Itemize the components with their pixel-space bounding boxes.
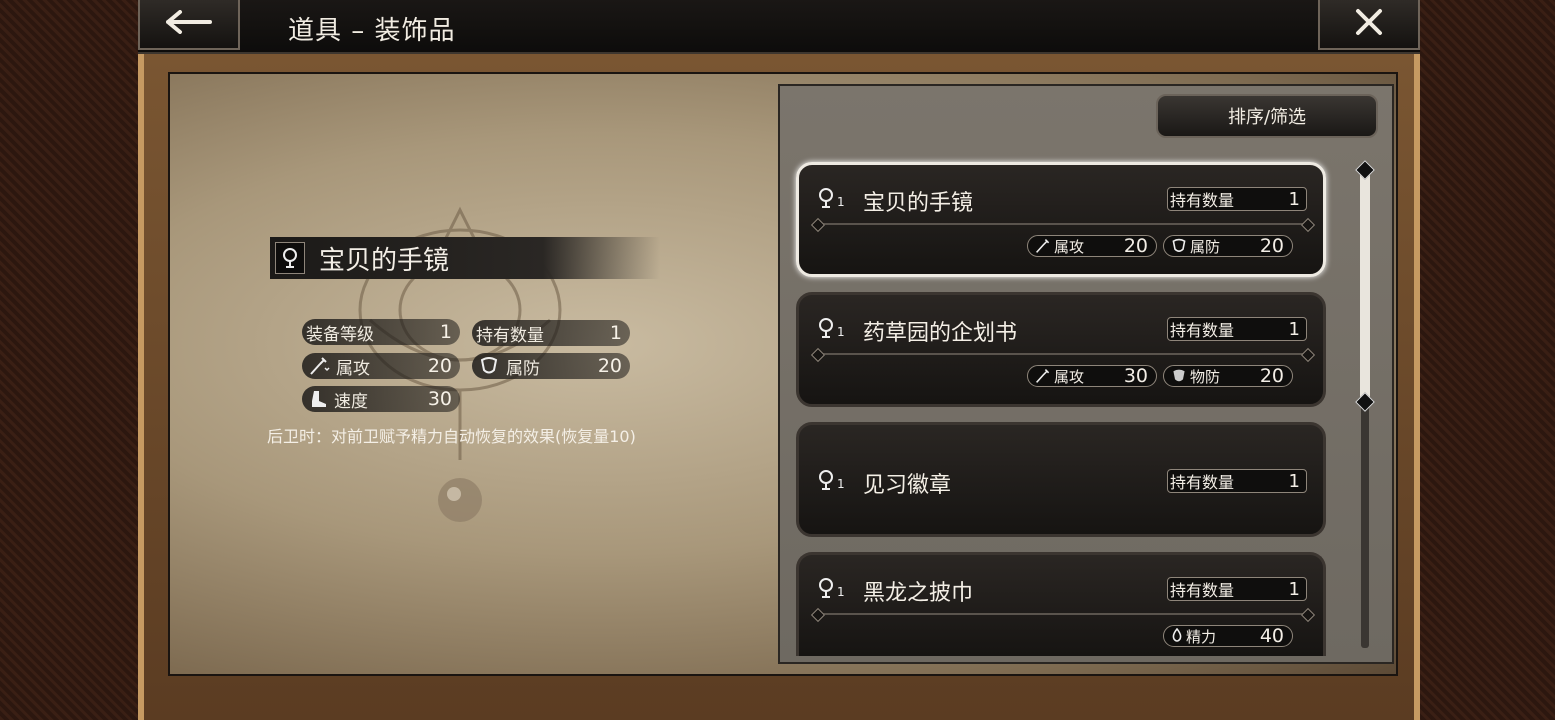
stat-label: 装备等级 (306, 324, 374, 345)
item-name: 药草园的企划书 (863, 321, 1018, 346)
quantity-label: 持有数量 (1170, 581, 1235, 600)
close-button[interactable] (1318, 0, 1420, 50)
list-item[interactable]: 1 药草园的企划书 持有数量 1 属攻 30 物防 20 (796, 292, 1326, 407)
stat-value: 20 (1259, 235, 1284, 257)
accessory-icon: 1 (817, 187, 845, 209)
stat-attr-attack: 属攻 20 (302, 353, 460, 379)
accessory-icon: 1 (817, 469, 845, 491)
item-description: 后卫时：对前卫赋予精力自动恢复的效果(恢复量10) (267, 427, 636, 446)
stat-label: 属防 (506, 358, 540, 379)
item-name: 宝贝的手镜 (863, 191, 974, 216)
quantity-field: 持有数量 1 (1167, 577, 1307, 601)
stat-physical-defense: 物防 20 (1163, 365, 1293, 387)
stat-equip-level: 装备等级 1 (302, 319, 460, 345)
physical-defense-icon (1170, 368, 1188, 384)
boot-icon (308, 389, 328, 409)
list-item[interactable]: 1 见习徽章 持有数量 1 (796, 422, 1326, 537)
item-name: 黑龙之披巾 (863, 581, 974, 606)
stat-value: 20 (1123, 235, 1148, 257)
quantity-value: 1 (1288, 318, 1300, 340)
stat-label: 属攻 (1054, 237, 1085, 256)
accessory-icon: 1 (817, 317, 845, 339)
divider (817, 353, 1309, 355)
sort-filter-button[interactable]: 排序/筛选 (1156, 94, 1378, 138)
stat-label: 持有数量 (476, 325, 544, 346)
stat-label: 属防 (1190, 237, 1221, 256)
quantity-value: 1 (1288, 578, 1300, 600)
stat-label: 属攻 (336, 358, 370, 379)
list-item[interactable]: 1 宝贝的手镜 持有数量 1 属攻 20 属防 20 (796, 162, 1326, 277)
right-border (1417, 0, 1555, 720)
stat-label: 物防 (1190, 367, 1221, 386)
stat-value: 30 (427, 388, 452, 410)
stat-energy: 精力 40 (1163, 625, 1293, 647)
list-item[interactable]: 1 黑龙之披巾 持有数量 1 精力 40 (796, 552, 1326, 656)
detail-item-name: 宝贝的手镜 (319, 245, 450, 276)
item-name: 见习徽章 (863, 473, 952, 498)
attribute-defense-icon (478, 356, 500, 376)
stat-value: 1 (609, 322, 622, 344)
quantity-field: 持有数量 1 (1167, 317, 1307, 341)
stat-speed: 速度 30 (302, 386, 460, 412)
arrow-left-icon (166, 10, 212, 38)
quantity-field: 持有数量 1 (1167, 187, 1307, 211)
stat-attr-defense: 属防 20 (472, 353, 630, 379)
stat-label: 属攻 (1054, 367, 1085, 386)
quantity-label: 持有数量 (1170, 321, 1235, 340)
stat-value: 30 (1123, 365, 1148, 387)
attribute-defense-icon (1170, 238, 1188, 254)
attribute-attack-icon (1034, 368, 1052, 384)
energy-icon (1170, 628, 1184, 644)
stat-attr-attack: 属攻 30 (1027, 365, 1157, 387)
quantity-value: 1 (1288, 470, 1300, 492)
close-icon (1355, 8, 1383, 40)
attribute-attack-icon (1034, 238, 1052, 254)
stat-value: 20 (427, 355, 452, 377)
quantity-label: 持有数量 (1170, 191, 1235, 210)
stat-value: 1 (439, 321, 452, 343)
stat-attr-attack: 属攻 20 (1027, 235, 1157, 257)
quantity-label: 持有数量 (1170, 473, 1235, 492)
stat-value: 20 (1259, 365, 1284, 387)
page-title: 道具 – 装饰品 (288, 16, 456, 46)
back-button[interactable] (138, 0, 240, 50)
scrollbar-thumb[interactable] (1360, 170, 1370, 402)
stat-label: 速度 (334, 391, 368, 412)
item-level: 1 (837, 325, 845, 339)
stat-attr-defense: 属防 20 (1163, 235, 1293, 257)
accessory-icon (275, 242, 305, 274)
stat-owned: 持有数量 1 (472, 320, 630, 346)
divider (817, 223, 1309, 225)
item-level: 1 (837, 195, 845, 209)
stat-value: 40 (1259, 625, 1284, 647)
stat-value: 20 (597, 355, 622, 377)
accessory-icon: 1 (817, 577, 845, 599)
quantity-field: 持有数量 1 (1167, 469, 1307, 493)
stat-label: 精力 (1186, 627, 1217, 646)
left-border (0, 0, 138, 720)
item-level: 1 (837, 477, 845, 491)
quantity-value: 1 (1288, 188, 1300, 210)
divider (817, 613, 1309, 615)
attribute-attack-icon (308, 356, 330, 376)
detail-title-bar: 宝贝的手镜 (270, 237, 660, 279)
item-level: 1 (837, 585, 845, 599)
